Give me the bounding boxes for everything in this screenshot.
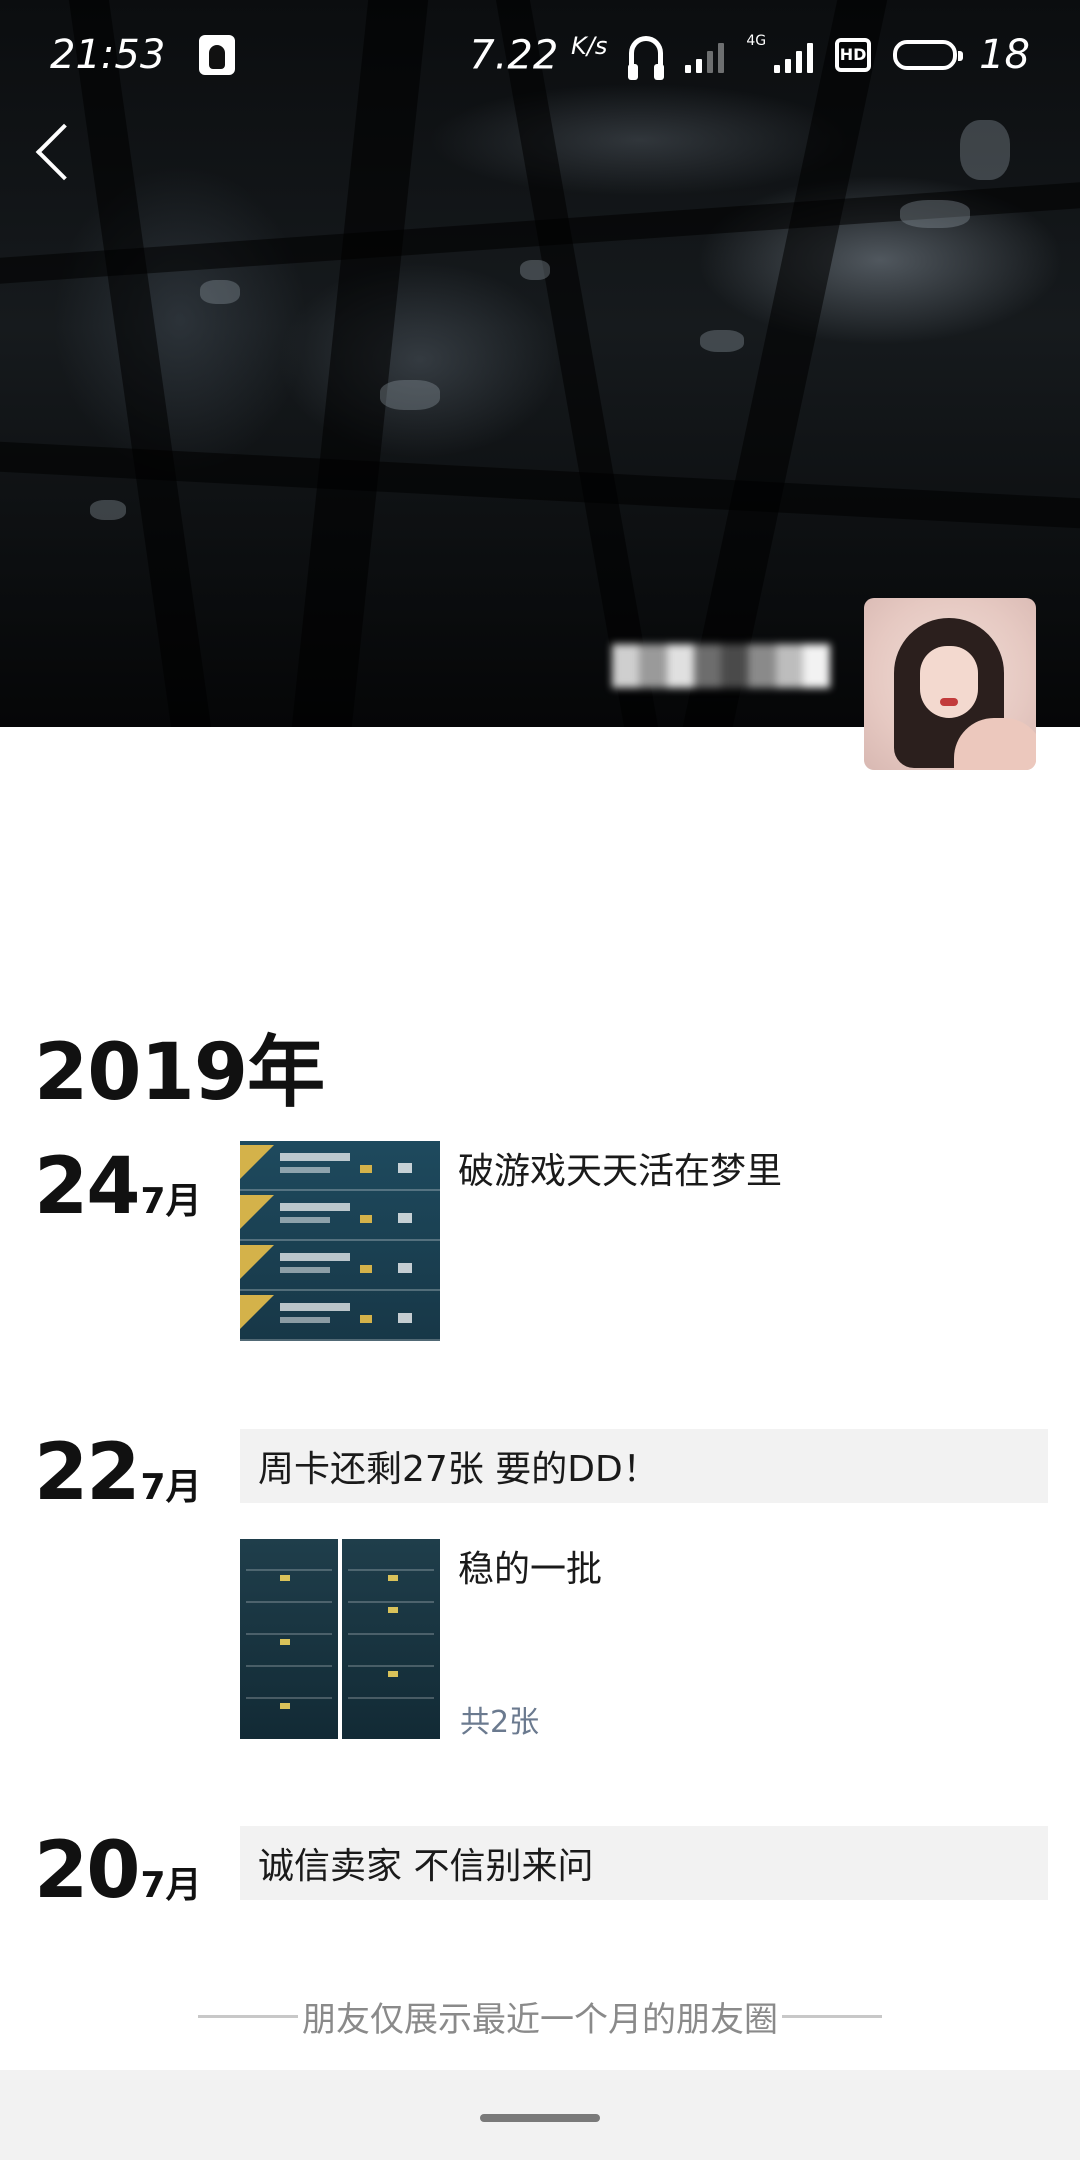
post-day: 20 xyxy=(34,1826,141,1916)
nickname-blurred xyxy=(612,644,830,696)
photo-count: 共2张 xyxy=(460,1705,540,1740)
wifi-signal-icon xyxy=(685,37,725,73)
headset-icon xyxy=(628,35,665,80)
cellular-signal-icon xyxy=(774,37,814,73)
post-month: 7月 xyxy=(140,1181,202,1222)
battery-icon xyxy=(893,39,964,70)
network-speed: 7.22 K/s xyxy=(469,31,608,79)
post-thumbnail-grid[interactable] xyxy=(240,1539,440,1739)
hd-icon: HD xyxy=(835,37,872,72)
post-month: 7月 xyxy=(140,1467,202,1508)
footer-note: 朋友仅展示最近一个月的朋友圈 xyxy=(0,1992,1080,2041)
post-thumbnail[interactable] xyxy=(240,1141,440,1341)
avatar[interactable] xyxy=(864,598,1036,770)
post-date: 24 7月 xyxy=(34,1142,202,1232)
post-text[interactable]: 稳的一批 xyxy=(458,1540,602,1592)
navigation-bar xyxy=(0,2070,1080,2160)
year-heading: 2019年 xyxy=(34,1028,325,1118)
status-indicators: 7.22 K/s 4G HD 18 xyxy=(469,31,1030,80)
network-speed-unit: K/s xyxy=(571,31,608,60)
home-indicator[interactable] xyxy=(480,2114,600,2122)
post-day: 22 xyxy=(34,1428,141,1518)
post-date: 20 7月 xyxy=(34,1826,202,1916)
divider xyxy=(782,2015,882,2018)
post-text[interactable]: 破游戏天天活在梦里 xyxy=(458,1142,782,1194)
post-date: 22 7月 xyxy=(34,1428,202,1518)
status-bar: 21:53 7.22 K/s 4G HD 18 xyxy=(0,0,1080,110)
battery-level: 18 xyxy=(979,31,1030,78)
divider xyxy=(198,2015,298,2018)
post-month: 7月 xyxy=(140,1865,202,1906)
status-time: 21:53 xyxy=(50,32,166,78)
network-type: 4G xyxy=(746,32,767,49)
post-text-card[interactable]: 周卡还剩27张 要的DD！ xyxy=(240,1429,1048,1503)
footer-note-text: 朋友仅展示最近一个月的朋友圈 xyxy=(302,2000,778,2040)
post-day: 24 xyxy=(34,1142,141,1232)
qq-icon xyxy=(199,35,236,75)
post-text-card[interactable]: 诚信卖家 不信别来问 xyxy=(240,1826,1048,1900)
